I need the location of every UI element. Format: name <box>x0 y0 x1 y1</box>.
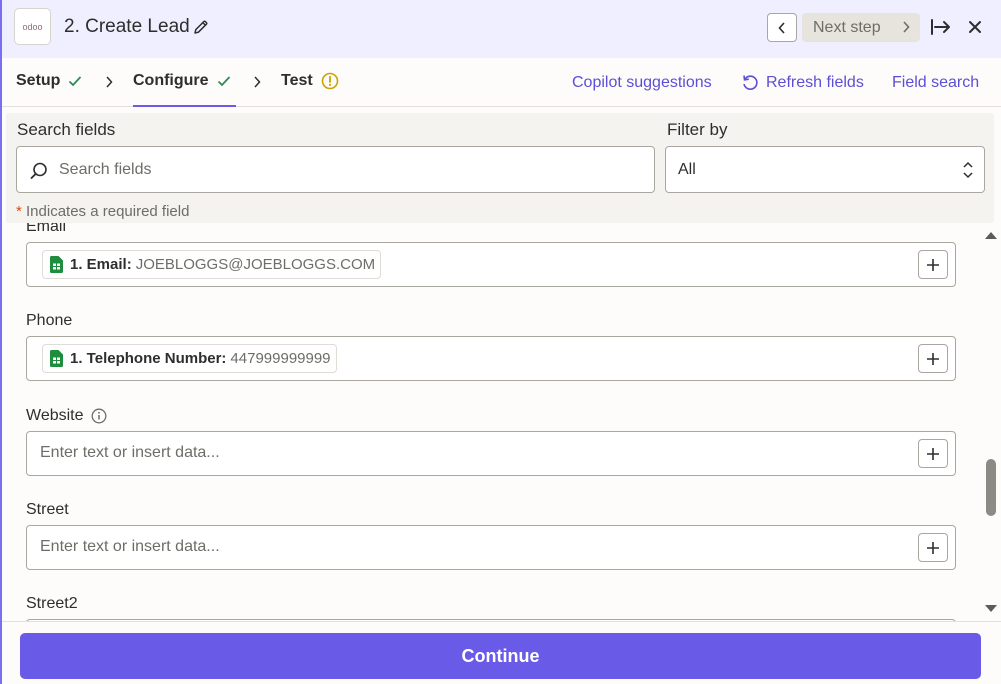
chevron-right-icon <box>106 76 113 88</box>
chevron-left-icon <box>778 21 785 34</box>
tab-configure[interactable]: Configure <box>133 72 236 107</box>
search-fields-box <box>16 146 655 193</box>
phone-field[interactable]: 1. Telephone Number: 447999999999 <box>26 336 956 381</box>
info-icon[interactable] <box>91 408 107 424</box>
required-note-text: Indicates a required field <box>26 203 190 220</box>
chevron-right-icon <box>254 76 261 88</box>
field-label-text: Website <box>26 407 84 424</box>
scroll-down-arrow-icon[interactable] <box>984 604 998 614</box>
plus-icon <box>927 258 939 271</box>
step-title: 2. Create Lead <box>64 16 190 37</box>
field-label-text: Street <box>26 501 69 518</box>
field-label-website: Website <box>26 407 107 425</box>
field-label-street: Street <box>26 501 69 519</box>
close-icon[interactable] <box>967 19 983 35</box>
collapse-panel-icon[interactable] <box>930 17 952 37</box>
field-label-phone: Phone <box>26 312 72 330</box>
warning-icon <box>321 72 339 90</box>
updown-chevron-icon <box>963 161 973 179</box>
chip-value: JOEBLOGGS@JOEBLOGGS.COM <box>135 256 376 273</box>
data-chip-email[interactable]: 1. Email: JOEBLOGGS@JOEBLOGGS.COM <box>42 250 382 279</box>
step-tabs: Setup Configure Test Copilot suggestions… <box>0 58 1001 107</box>
filter-by-value: All <box>678 160 696 178</box>
field-search-panel: Search fields Filter by All * Indicates … <box>6 113 994 223</box>
tab-label: Setup <box>16 72 61 89</box>
refresh-icon <box>743 75 758 90</box>
step-header: odoo 2. Create Lead Next step <box>0 0 1001 58</box>
search-fields-input[interactable] <box>59 159 639 181</box>
refresh-fields-link[interactable]: Refresh fields <box>741 74 864 92</box>
filter-by-label: Filter by <box>667 120 728 139</box>
footer: Continue <box>0 621 1001 684</box>
check-icon <box>69 76 82 87</box>
continue-button[interactable]: Continue <box>20 633 981 679</box>
field-label-text: Phone <box>26 312 73 329</box>
plus-icon <box>927 541 939 554</box>
app-logo-text: odoo <box>22 21 43 32</box>
check-icon <box>217 76 230 87</box>
plus-icon <box>927 447 939 460</box>
field-label-text: Street2 <box>26 595 78 612</box>
google-sheets-icon <box>50 350 63 367</box>
field-label-email: Email <box>26 223 66 236</box>
copilot-suggestions-link[interactable]: Copilot suggestions <box>572 74 712 92</box>
chip-name: 1. Telephone Number: <box>70 350 227 367</box>
tab-test[interactable]: Test <box>281 72 339 107</box>
website-field[interactable]: Enter text or insert data... <box>26 431 956 476</box>
search-icon <box>30 162 47 179</box>
odoo-app-logo: odoo <box>14 8 51 45</box>
tab-setup[interactable]: Setup <box>16 72 82 107</box>
field-search-label: Field search <box>892 74 980 91</box>
street-placeholder: Enter text or insert data... <box>40 538 220 555</box>
chip-value: 447999999999 <box>230 350 331 367</box>
chevron-right-icon <box>903 21 910 33</box>
insert-data-button[interactable] <box>918 344 948 373</box>
insert-data-button[interactable] <box>918 250 948 279</box>
street-field[interactable]: Enter text or insert data... <box>26 525 956 570</box>
insert-data-button[interactable] <box>918 439 948 468</box>
chip-name: 1. Email: <box>70 256 132 273</box>
required-star: * <box>16 203 22 220</box>
next-step-button[interactable]: Next step <box>802 13 920 42</box>
tab-label: Configure <box>133 72 209 89</box>
refresh-fields-label: Refresh fields <box>766 74 864 91</box>
field-search-link[interactable]: Field search <box>892 74 979 92</box>
pencil-icon[interactable] <box>193 19 209 35</box>
field-label-street2: Street2 <box>26 595 78 613</box>
tab-label: Test <box>281 72 313 89</box>
next-step-label: Next step <box>813 18 881 36</box>
scroll-up-arrow-icon[interactable] <box>984 230 998 240</box>
website-placeholder: Enter text or insert data... <box>40 444 220 461</box>
previous-step-button[interactable] <box>767 13 797 42</box>
zap-step-panel: odoo 2. Create Lead Next step Setup Conf… <box>0 0 1001 684</box>
field-label-text: Email <box>26 223 67 235</box>
search-fields-label: Search fields <box>17 120 116 139</box>
google-sheets-icon <box>50 256 63 273</box>
copilot-suggestions-label: Copilot suggestions <box>572 74 712 91</box>
scrollbar-thumb[interactable] <box>986 459 996 516</box>
insert-data-button[interactable] <box>918 533 948 562</box>
required-field-note: * Indicates a required field <box>16 203 189 220</box>
plus-icon <box>927 352 939 365</box>
data-chip-phone[interactable]: 1. Telephone Number: 447999999999 <box>42 344 337 373</box>
fields-scroll-area[interactable]: Email 1. Email: JOEBLOGGS@JOEBLOGGS.COM … <box>0 223 1001 621</box>
filter-by-select[interactable]: All <box>665 146 985 193</box>
email-field[interactable]: 1. Email: JOEBLOGGS@JOEBLOGGS.COM <box>26 242 956 287</box>
